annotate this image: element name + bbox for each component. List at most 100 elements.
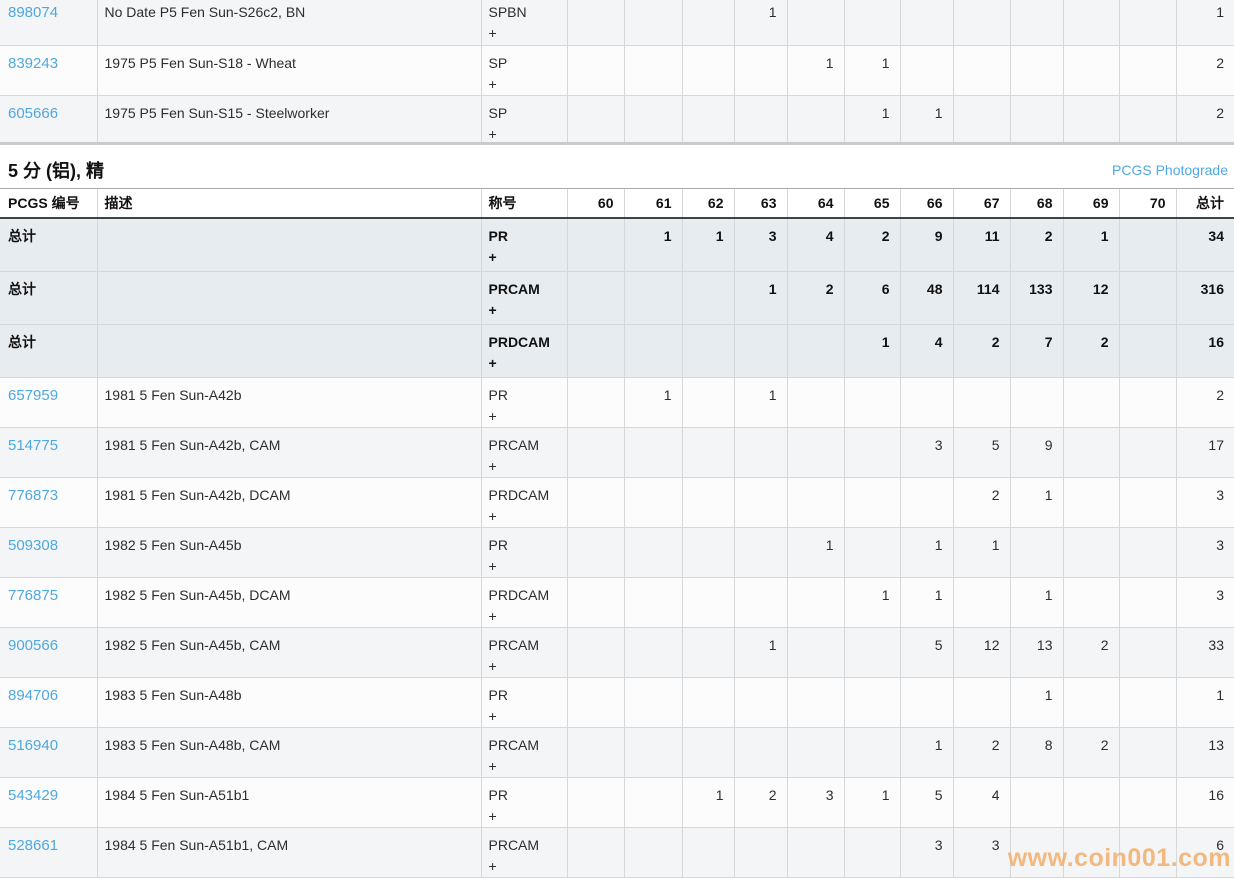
description-cell: 1983 5 Fen Sun-A48b, CAM [97, 727, 481, 777]
grade-67-cell: 11 [953, 218, 1010, 271]
grade-70-cell [1119, 0, 1176, 45]
grade-62-cell [682, 477, 734, 527]
total-row: 总计PR+113429112134 [0, 218, 1234, 271]
grade-68-cell: 13 [1010, 627, 1063, 677]
pcgs-number-link[interactable]: 528661 [8, 837, 58, 854]
table-row: 5169401983 5 Fen Sun-A48b, CAMPRCAM+1282… [0, 727, 1234, 777]
pcgs-number-link[interactable]: 900566 [8, 637, 58, 654]
grade-67-cell: 3 [953, 827, 1010, 877]
designation-cell: PR+ [481, 777, 567, 827]
grade-65-cell [844, 627, 900, 677]
total-count-cell: 6 [1176, 827, 1234, 877]
grade-63-cell [734, 95, 787, 145]
pcgs-number-cell: 605666 [0, 95, 97, 145]
table-row: 5434291984 5 Fen Sun-A51b1PR+12315416 [0, 777, 1234, 827]
grade-60-cell [567, 427, 624, 477]
grade-63-cell: 1 [734, 627, 787, 677]
grade-60-cell [567, 95, 624, 145]
pcgs-number-link[interactable]: 839243 [8, 55, 58, 72]
pcgs-number-link[interactable]: 894706 [8, 687, 58, 704]
grade-67-cell [953, 377, 1010, 427]
grade-60-cell [567, 45, 624, 95]
grade-69-cell [1063, 0, 1119, 45]
designation-plus: + [489, 606, 560, 627]
grade-65-cell [844, 377, 900, 427]
grade-64-cell: 2 [787, 271, 844, 324]
grade-67-cell: 114 [953, 271, 1010, 324]
pcgs-number-link[interactable]: 543429 [8, 787, 58, 804]
pcgs-number-link[interactable]: 516940 [8, 737, 58, 754]
total-label-cell: 总计 [0, 271, 97, 324]
grade-62-cell [682, 527, 734, 577]
pcgs-number-link[interactable]: 776875 [8, 587, 58, 604]
grade-61-cell [624, 527, 682, 577]
total-count-cell: 1 [1176, 677, 1234, 727]
grade-68-cell: 8 [1010, 727, 1063, 777]
pcgs-number-link[interactable]: 605666 [8, 105, 58, 122]
designation-plus: + [489, 856, 560, 877]
grade-70-cell [1119, 827, 1176, 877]
total-label: 总计 [8, 334, 36, 350]
grade-66-cell: 5 [900, 777, 953, 827]
pcgs-number-link[interactable]: 898074 [8, 4, 58, 21]
total-count-cell: 3 [1176, 577, 1234, 627]
grade-67-cell [953, 95, 1010, 145]
pcgs-number-link[interactable]: 514775 [8, 437, 58, 454]
grade-65-cell [844, 827, 900, 877]
grade-68-cell: 7 [1010, 324, 1063, 377]
designation-label: PR [489, 535, 560, 556]
pcgs-number-link[interactable]: 657959 [8, 387, 58, 404]
grade-67-cell: 2 [953, 477, 1010, 527]
photograde-link[interactable]: PCGS Photograde [1112, 162, 1228, 178]
designation-cell: PRCAM+ [481, 727, 567, 777]
header-grade-63: 63 [734, 189, 787, 219]
previous-section-table: 898074No Date P5 Fen Sun-S26c2, BNSPBN+1… [0, 0, 1234, 145]
total-count-cell: 2 [1176, 95, 1234, 145]
grade-60-cell [567, 677, 624, 727]
grade-68-cell: 9 [1010, 427, 1063, 477]
grade-60-cell [567, 777, 624, 827]
total-count-cell: 16 [1176, 777, 1234, 827]
grade-63-cell [734, 45, 787, 95]
designation-cell: SPBN+ [481, 0, 567, 45]
total-label-cell: 总计 [0, 218, 97, 271]
header-grade-69: 69 [1063, 189, 1119, 219]
description-cell: 1975 P5 Fen Sun-S15 - Steelworker [97, 95, 481, 145]
grade-66-cell: 4 [900, 324, 953, 377]
grade-62-cell [682, 677, 734, 727]
grade-61-cell [624, 95, 682, 145]
pcgs-number-link[interactable]: 776873 [8, 487, 58, 504]
grade-61-cell [624, 324, 682, 377]
header-grade-65: 65 [844, 189, 900, 219]
grade-63-cell: 3 [734, 218, 787, 271]
grade-62-cell [682, 271, 734, 324]
grade-64-cell: 1 [787, 527, 844, 577]
grade-69-cell: 2 [1063, 627, 1119, 677]
grade-61-cell: 1 [624, 377, 682, 427]
pcgs-population-report-page: 898074No Date P5 Fen Sun-S26c2, BNSPBN+1… [0, 0, 1234, 879]
grade-69-cell [1063, 45, 1119, 95]
grade-63-cell [734, 827, 787, 877]
grade-61-cell [624, 777, 682, 827]
grade-69-cell: 2 [1063, 727, 1119, 777]
grade-63-cell: 1 [734, 377, 787, 427]
grade-65-cell [844, 677, 900, 727]
grade-63-cell [734, 677, 787, 727]
description-cell: 1982 5 Fen Sun-A45b [97, 527, 481, 577]
pcgs-number-cell: 514775 [0, 427, 97, 477]
grade-60-cell [567, 627, 624, 677]
pcgs-number-link[interactable]: 509308 [8, 537, 58, 554]
table-row: 7768751982 5 Fen Sun-A45b, DCAMPRDCAM+11… [0, 577, 1234, 627]
designation-plus: + [489, 300, 560, 321]
grade-63-cell: 2 [734, 777, 787, 827]
description-cell: 1981 5 Fen Sun-A42b, CAM [97, 427, 481, 477]
grade-62-cell [682, 427, 734, 477]
grade-64-cell [787, 427, 844, 477]
grade-60-cell [567, 727, 624, 777]
designation-cell: PRDCAM+ [481, 477, 567, 527]
grade-65-cell: 1 [844, 577, 900, 627]
total-row: 总计PRDCAM+1427216 [0, 324, 1234, 377]
designation-cell: PR+ [481, 677, 567, 727]
section-title: 5 分 (铝), 精 [8, 157, 104, 183]
grade-65-cell: 1 [844, 777, 900, 827]
